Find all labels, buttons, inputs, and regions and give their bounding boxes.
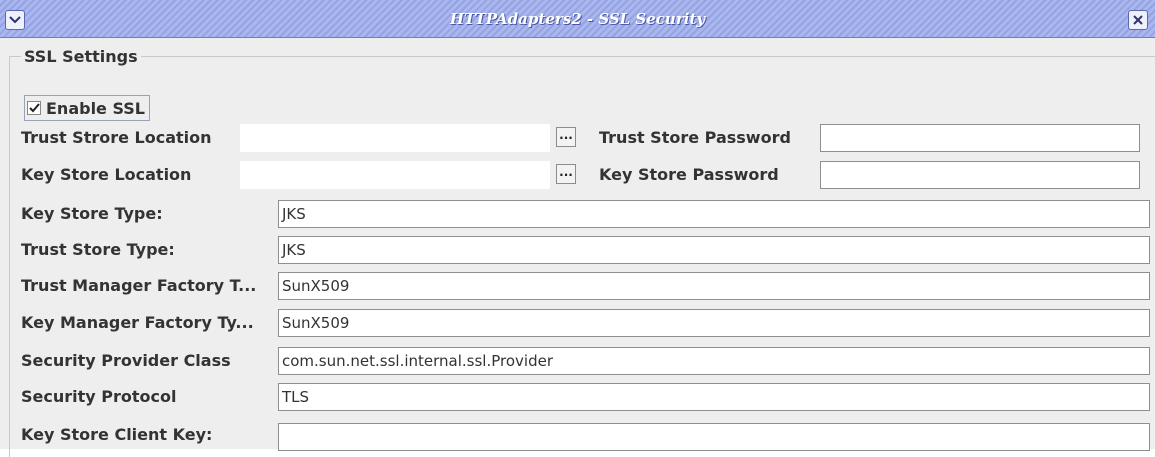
ssl-security-panel: SSL Settings Enable SSL Trust Strore Loc…: [0, 38, 1155, 457]
checkbox-box[interactable]: [27, 101, 41, 115]
key-store-client-key-field[interactable]: [278, 423, 1150, 451]
key-store-browse-button[interactable]: ...: [556, 164, 576, 184]
trust-store-password-label: Trust Store Password: [599, 128, 791, 147]
key-store-client-key-label: Key Store Client Key:: [21, 425, 213, 444]
enable-ssl-label: Enable SSL: [46, 98, 145, 118]
security-protocol-label: Security Protocol: [21, 387, 177, 406]
trust-store-type-field[interactable]: JKS: [278, 236, 1150, 264]
ssl-settings-title: SSL Settings: [21, 47, 141, 66]
security-provider-class-field[interactable]: com.sun.net.ssl.internal.ssl.Provider: [278, 347, 1150, 375]
key-store-type-label: Key Store Type:: [21, 204, 163, 223]
trust-store-location-label: Trust Strore Location: [21, 128, 212, 147]
trust-store-location-field[interactable]: [240, 124, 550, 152]
key-manager-factory-type-field[interactable]: SunX509: [278, 309, 1150, 337]
close-icon: [1133, 15, 1143, 25]
window-title: HTTPAdapters2 - SSL Security: [449, 10, 706, 28]
trust-store-browse-button[interactable]: ...: [556, 127, 576, 147]
key-manager-factory-type-label: Key Manager Factory Ty...: [21, 313, 254, 332]
checkmark-icon: [28, 103, 40, 113]
enable-ssl-checkbox[interactable]: Enable SSL: [24, 95, 150, 121]
key-store-type-field[interactable]: JKS: [278, 200, 1150, 228]
key-store-location-field[interactable]: [240, 161, 550, 189]
security-provider-class-label: Security Provider Class: [21, 351, 231, 370]
key-store-location-label: Key Store Location: [21, 165, 192, 184]
trust-store-type-label: Trust Store Type:: [21, 240, 175, 259]
security-protocol-field[interactable]: TLS: [278, 383, 1150, 411]
trust-store-password-field[interactable]: [820, 124, 1140, 152]
window-close-button[interactable]: [1128, 10, 1148, 30]
title-bar: HTTPAdapters2 - SSL Security: [0, 0, 1155, 38]
trust-manager-factory-type-field[interactable]: SunX509: [278, 272, 1150, 300]
trust-manager-factory-type-label: Trust Manager Factory T...: [21, 276, 257, 295]
key-store-password-field[interactable]: [820, 161, 1140, 189]
key-store-password-label: Key Store Password: [599, 165, 779, 184]
